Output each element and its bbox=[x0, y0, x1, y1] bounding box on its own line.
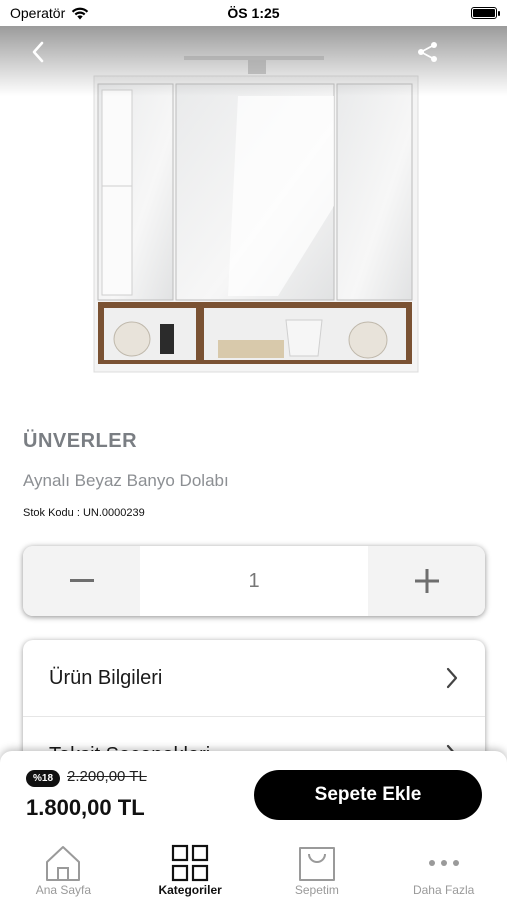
share-icon bbox=[418, 42, 437, 62]
tab-categories[interactable]: Kategoriler bbox=[127, 841, 254, 900]
share-button[interactable] bbox=[414, 38, 442, 66]
grid-icon bbox=[172, 844, 209, 882]
tab-more-label: Daha Fazla bbox=[412, 883, 475, 897]
stock-code-label: Stok Kodu : bbox=[23, 507, 80, 519]
tab-categories-label: Kategoriler bbox=[158, 883, 222, 897]
chevron-right-icon bbox=[446, 667, 458, 689]
product-image[interactable] bbox=[88, 56, 422, 376]
info-row-label: Ürün Bilgileri bbox=[49, 666, 163, 689]
old-price: 2.200,00 TL bbox=[67, 768, 147, 785]
plus-icon bbox=[414, 569, 439, 593]
carrier-label: Operatör bbox=[10, 5, 66, 21]
discount-badge: %18 bbox=[26, 770, 61, 787]
more-icon bbox=[428, 860, 459, 866]
status-bar: Operatör ÖS 1:25 bbox=[0, 0, 507, 26]
chevron-left-icon bbox=[32, 41, 44, 63]
home-icon bbox=[46, 846, 81, 881]
quantity-increase-button[interactable] bbox=[368, 546, 485, 616]
product-name: Aynalı Beyaz Banyo Dolabı bbox=[23, 471, 229, 490]
mirror-cabinet-illustration bbox=[93, 56, 419, 373]
price-panel: %18 2.200,00 TL 1.800,00 TL Sepete Ekle bbox=[0, 751, 507, 841]
stock-code-row: Stok Kodu : UN.0000239 bbox=[23, 507, 145, 519]
tab-home[interactable]: Ana Sayfa bbox=[0, 841, 127, 900]
back-button[interactable] bbox=[24, 38, 52, 66]
battery-icon bbox=[471, 7, 500, 19]
stock-code-value: UN.0000239 bbox=[82, 507, 145, 519]
quantity-decrease-button[interactable] bbox=[23, 546, 140, 616]
quantity-value[interactable]: 1 bbox=[140, 546, 368, 616]
wifi-icon bbox=[72, 7, 89, 19]
quantity-stepper: 1 bbox=[23, 546, 485, 616]
tab-cart[interactable]: Sepetim bbox=[254, 841, 381, 900]
tab-more[interactable]: Daha Fazla bbox=[380, 841, 507, 900]
info-row-product-details[interactable]: Ürün Bilgileri bbox=[23, 640, 485, 717]
tab-cart-label: Sepetim bbox=[294, 883, 339, 897]
add-to-cart-button[interactable]: Sepete Ekle bbox=[254, 770, 482, 820]
tab-bar: Ana Sayfa Kategoriler Sepetim Daha Fazla bbox=[0, 841, 507, 900]
current-price: 1.800,00 TL bbox=[26, 795, 145, 820]
status-left: Operatör bbox=[10, 5, 89, 21]
tab-home-label: Ana Sayfa bbox=[35, 883, 92, 897]
shopping-bag-icon bbox=[298, 847, 335, 881]
minus-icon bbox=[69, 579, 94, 582]
brand-name: ÜNVERLER bbox=[23, 430, 138, 452]
